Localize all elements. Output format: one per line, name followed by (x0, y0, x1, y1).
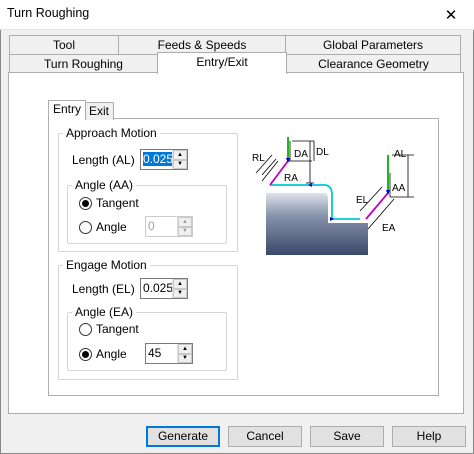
diagram-label-ea: EA (382, 223, 396, 234)
approach-angle-stepper[interactable]: 0 ▲ ▼ (145, 216, 193, 237)
tab-global-parameters[interactable]: Global Parameters (285, 35, 461, 54)
approach-angle-label: Angle (AA) (75, 178, 134, 192)
engage-length-label: Length (EL) (72, 282, 135, 296)
spin-up-icon[interactable]: ▲ (178, 217, 192, 227)
part-shape (266, 193, 368, 255)
approach-length-input[interactable]: 0.025 (141, 150, 172, 169)
entry-exit-diagram: RL DA DL RA AL AA EL EA (252, 137, 414, 255)
spin-up-icon[interactable]: ▲ (173, 279, 187, 289)
subtab-entry[interactable]: Entry (48, 100, 87, 120)
window-title: Turn Roughing (7, 6, 90, 20)
engage-line (365, 192, 389, 220)
engage-angle-stepper[interactable]: 45 ▲ ▼ (145, 343, 193, 364)
approach-length-stepper[interactable]: 0.025 ▲ ▼ (140, 149, 188, 170)
title-bar: Turn Roughing ✕ (0, 0, 474, 30)
engage-angle-text: Angle (96, 347, 127, 361)
engage-angle-label: Angle (EA) (75, 305, 134, 319)
diagram-label-al: AL (394, 149, 407, 160)
tab-clearance-geometry[interactable]: Clearance Geometry (286, 54, 461, 73)
cancel-button[interactable]: Cancel (228, 426, 302, 447)
spin-down-icon[interactable]: ▼ (178, 226, 192, 236)
diagram-label-aa: AA (392, 183, 406, 194)
approach-angle-radio[interactable] (79, 221, 92, 234)
tab-tool[interactable]: Tool (9, 35, 119, 54)
diagram-label-el: EL (356, 195, 369, 206)
approach-motion-label: Approach Motion (66, 126, 157, 140)
diagram-label-ra: RA (284, 173, 298, 184)
approach-angle-text: Angle (96, 220, 127, 234)
engage-tangent-label: Tangent (96, 322, 139, 336)
tab-turn-roughing[interactable]: Turn Roughing (9, 54, 158, 73)
approach-angle-input[interactable]: 0 (146, 217, 177, 236)
spin-down-icon[interactable]: ▼ (178, 353, 192, 363)
diagram-label-rl: RL (252, 153, 265, 164)
spin-down-icon[interactable]: ▼ (173, 288, 187, 298)
spin-up-icon[interactable]: ▲ (178, 344, 192, 354)
engage-angle-radio[interactable] (79, 348, 92, 361)
engage-motion-label: Engage Motion (66, 258, 147, 272)
generate-button[interactable]: Generate (146, 426, 220, 447)
subtab-exit[interactable]: Exit (84, 102, 115, 120)
engage-length-input[interactable]: 0.025 (141, 279, 172, 298)
diagram-label-dl: DL (316, 147, 329, 158)
engage-tangent-radio[interactable] (79, 323, 92, 336)
engage-length-stepper[interactable]: 0.025 ▲ ▼ (140, 278, 188, 299)
approach-tangent-label: Tangent (96, 196, 139, 210)
diagram-label-da: DA (294, 149, 308, 160)
spin-up-icon[interactable]: ▲ (173, 150, 187, 160)
save-button[interactable]: Save (310, 426, 384, 447)
help-button[interactable]: Help (392, 426, 466, 447)
approach-length-label: Length (AL) (72, 153, 135, 167)
close-icon[interactable]: ✕ (428, 0, 474, 30)
tab-entry-exit[interactable]: Entry/Exit (157, 52, 287, 74)
spin-down-icon[interactable]: ▼ (173, 159, 187, 169)
engage-angle-input[interactable]: 45 (146, 344, 177, 363)
approach-tangent-radio[interactable] (79, 197, 92, 210)
